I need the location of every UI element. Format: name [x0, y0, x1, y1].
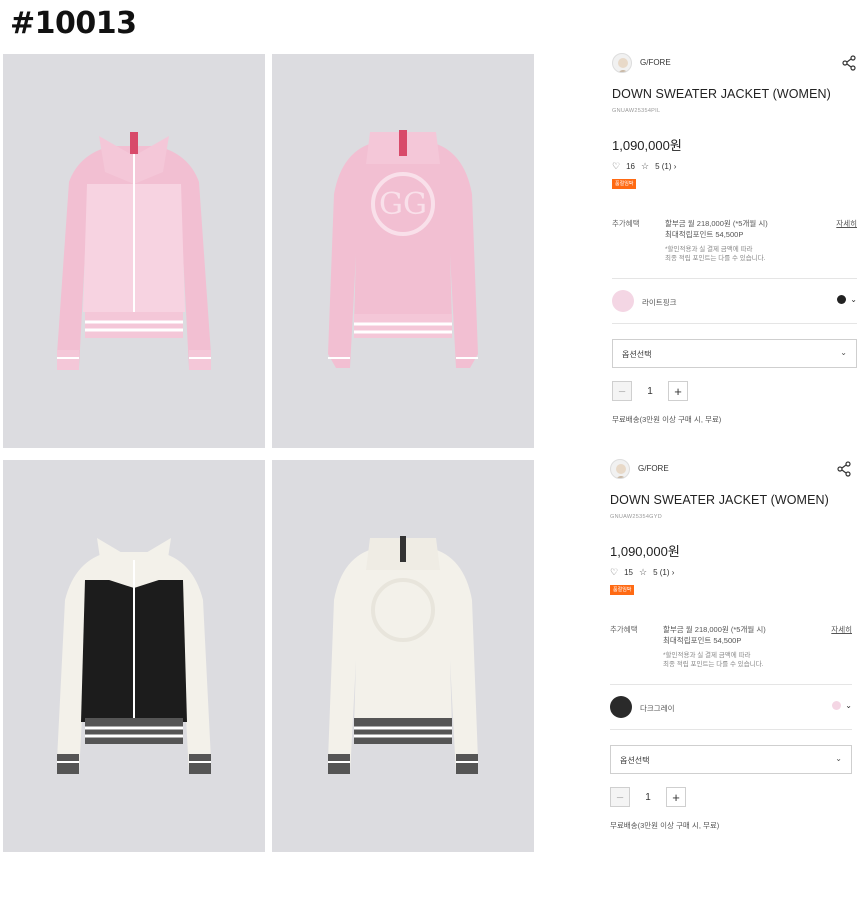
- star-icon: ☆: [638, 567, 648, 577]
- shipping-info: 무료배송(3만원 이상 구매 시, 무료): [610, 821, 720, 830]
- share-icon[interactable]: [836, 461, 852, 477]
- status-badge: 품절임박: [612, 179, 637, 189]
- page-id-heading: #10013: [10, 6, 137, 41]
- product-code: GNUAW25354GYD: [610, 514, 662, 520]
- jacket-illustration: [272, 460, 534, 852]
- chevron-down-icon: ⌄: [850, 295, 857, 304]
- product-price: 1,090,000원: [612, 138, 682, 153]
- divider: [610, 729, 852, 730]
- product-price: 1,090,000원: [610, 544, 680, 559]
- decrease-quantity-button[interactable]: −: [612, 381, 632, 401]
- like-count: 16: [626, 162, 635, 171]
- product-title: DOWN SWEATER JACKET (WOMEN): [610, 493, 829, 507]
- divider: [612, 323, 857, 324]
- quantity-stepper: − 1 +: [610, 787, 852, 807]
- brand-logo-icon[interactable]: [612, 53, 632, 73]
- heart-icon[interactable]: ♡: [610, 567, 618, 578]
- color-name: 라이트핑크: [642, 298, 677, 307]
- product-title: DOWN SWEATER JACKET (WOMEN): [612, 87, 831, 101]
- brand-logo-icon[interactable]: [610, 459, 630, 479]
- svg-text:GG: GG: [379, 187, 427, 222]
- rating-link[interactable]: 5 (1) ›: [655, 162, 676, 171]
- product-photo-pink-front[interactable]: [3, 54, 265, 448]
- color-dot[interactable]: [832, 701, 842, 710]
- product-photo-pink-back[interactable]: GG: [272, 54, 534, 448]
- color-dot[interactable]: [837, 295, 847, 304]
- heart-icon[interactable]: ♡: [612, 161, 620, 172]
- increase-quantity-button[interactable]: +: [666, 787, 686, 807]
- quantity-stepper: − 1 +: [612, 381, 857, 401]
- option-select[interactable]: 옵션선택 ⌄: [610, 745, 852, 774]
- jacket-illustration: GG: [272, 54, 534, 448]
- color-picker[interactable]: ⌄: [832, 701, 852, 710]
- product-photo-white-back[interactable]: [272, 460, 534, 852]
- benefit-detail-link[interactable]: 자세히: [831, 624, 852, 635]
- benefit-detail-link[interactable]: 자세히: [836, 218, 857, 229]
- brand-name[interactable]: G/FORE: [640, 58, 671, 67]
- share-icon[interactable]: [841, 55, 857, 71]
- color-swatch: [612, 290, 634, 312]
- decrease-quantity-button[interactable]: −: [610, 787, 630, 807]
- benefit-note: 최종 적립 포인트는 다를 수 있습니다.: [663, 661, 764, 668]
- like-count: 15: [624, 568, 633, 577]
- option-select[interactable]: 옵션선택 ⌄: [612, 339, 857, 368]
- jacket-illustration: [3, 54, 265, 448]
- color-picker[interactable]: ⌄: [837, 295, 857, 304]
- product-photo-dark-front[interactable]: [3, 460, 265, 852]
- installment-text: 할부금 월 218,000원 (*5개월 시): [663, 625, 766, 634]
- jacket-illustration: [3, 460, 265, 852]
- product-code: GNUAW25354PIL: [612, 108, 661, 114]
- star-icon: ☆: [640, 161, 650, 171]
- status-badge: 품절임박: [610, 585, 635, 595]
- benefit-label: 추가혜택: [612, 219, 640, 228]
- option-select-label: 옵션선택: [622, 350, 652, 359]
- chevron-down-icon: ⌄: [840, 348, 847, 357]
- quantity-value: 1: [645, 791, 651, 803]
- increase-quantity-button[interactable]: +: [668, 381, 688, 401]
- product-info-panel: G/FORE DOWN SWEATER JACKET (WOMEN) GNUAW…: [612, 53, 857, 425]
- benefit-note: 최종 적립 포인트는 다를 수 있습니다.: [665, 255, 766, 262]
- chevron-down-icon: ⌄: [845, 701, 852, 710]
- rating-link[interactable]: 5 (1) ›: [653, 568, 674, 577]
- quantity-value: 1: [647, 385, 653, 397]
- installment-text: 할부금 월 218,000원 (*5개월 시): [665, 219, 768, 228]
- color-swatch: [610, 696, 632, 718]
- benefit-label: 추가혜택: [610, 625, 638, 634]
- product-info-panel: G/FORE DOWN SWEATER JACKET (WOMEN) GNUAW…: [610, 459, 852, 831]
- brand-name[interactable]: G/FORE: [638, 464, 669, 473]
- points-text: 최대적립포인트 54,500P: [663, 636, 742, 645]
- shipping-info: 무료배송(3만원 이상 구매 시, 무료): [612, 415, 722, 424]
- points-text: 최대적립포인트 54,500P: [665, 230, 744, 239]
- color-name: 다크그레이: [640, 704, 675, 713]
- chevron-down-icon: ⌄: [835, 754, 842, 763]
- option-select-label: 옵션선택: [620, 756, 650, 765]
